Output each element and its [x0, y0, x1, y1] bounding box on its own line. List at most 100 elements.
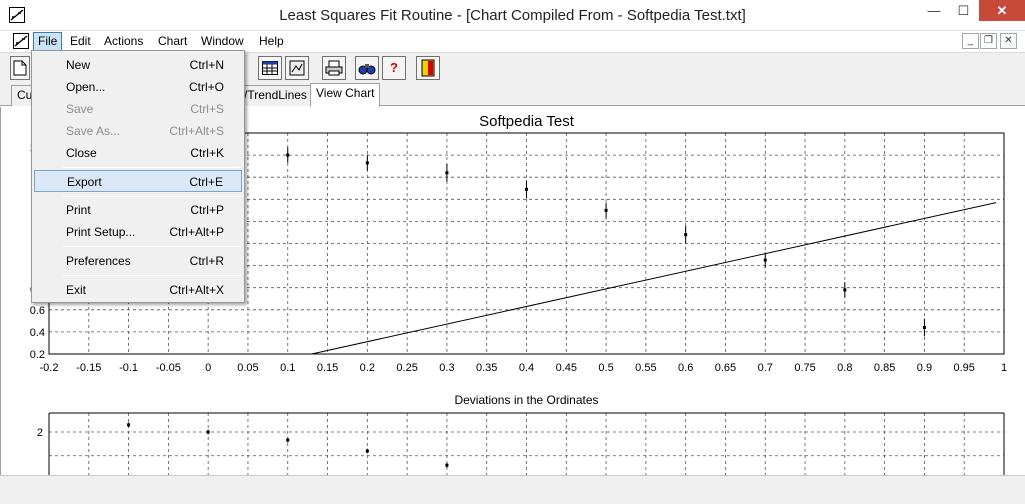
menu-item-shortcut: Ctrl+S [190, 102, 224, 116]
menu-window[interactable]: Window [197, 32, 248, 51]
fit-line [311, 202, 997, 355]
menu-item-shortcut: Ctrl+Alt+P [169, 225, 224, 239]
menu-item-shortcut: Ctrl+Alt+S [169, 124, 224, 138]
menu-item-shortcut: Ctrl+O [188, 80, 224, 94]
new-icon[interactable] [10, 56, 30, 80]
x-tick-label: 0.25 [396, 362, 417, 374]
x-tick-label: 0.15 [317, 362, 338, 374]
x-tick-label: 0.6 [678, 362, 693, 374]
x-tick-label: -0.05 [156, 362, 181, 374]
menu-item-exit[interactable]: Exit Ctrl+Alt+X [34, 279, 242, 301]
menu-item-label: Export [67, 175, 102, 189]
x-tick-label: 0.9 [917, 362, 932, 374]
x-tick-label: 0.45 [556, 362, 577, 374]
data-point [763, 258, 767, 262]
menu-item-label: Close [66, 146, 97, 160]
data-point [445, 171, 449, 175]
tab-view-chart[interactable]: View Chart [310, 83, 381, 107]
mdi-restore-button[interactable]: ❐ [980, 33, 997, 49]
x-tick-label: 0.8 [837, 362, 852, 374]
x-tick-label: 0.7 [758, 362, 773, 374]
x-tick-label: 0.2 [360, 362, 375, 374]
menu-item-save[interactable]: Save Ctrl+S [34, 98, 242, 120]
y-tick-label: 0.6 [30, 305, 45, 317]
chart-title: Softpedia Test [479, 113, 575, 130]
menu-item-save-as[interactable]: Save As... Ctrl+Alt+S [34, 120, 242, 142]
data-point [286, 153, 290, 157]
menu-item-label: Save As... [66, 124, 121, 138]
title-bar: Least Squares Fit Routine - [Chart Compi… [0, 0, 1025, 31]
menu-item-preferences[interactable]: Preferences Ctrl+R [34, 250, 242, 272]
x-tick-label: -0.15 [76, 362, 101, 374]
x-tick-label: 0.5 [598, 362, 613, 374]
tab-trendlines[interactable]: /TrendLines [238, 85, 313, 106]
help-icon[interactable]: ? [382, 56, 406, 80]
x-tick-label: -0.2 [40, 362, 59, 374]
menu-item-shortcut: Ctrl+Alt+X [169, 283, 224, 297]
deviations-title: Deviations in the Ordinates [454, 393, 598, 407]
x-tick-label: 0.3 [439, 362, 454, 374]
x-tick-label: 0.1 [280, 362, 295, 374]
data-point [922, 325, 926, 329]
y-tick-label: 0.2 [30, 349, 45, 361]
menu-item-print[interactable]: Print Ctrl+P [34, 199, 242, 221]
picture-icon[interactable] [285, 56, 309, 80]
x-tick-label: 0.75 [794, 362, 815, 374]
data-point [286, 438, 290, 442]
x-tick-label: 0.4 [519, 362, 534, 374]
menu-separator [63, 196, 241, 197]
menu-item-close[interactable]: Close Ctrl+K [34, 142, 242, 164]
menu-item-new[interactable]: New Ctrl+N [34, 54, 242, 76]
data-point [365, 161, 369, 165]
x-tick-label: 0 [205, 362, 211, 374]
menu-item-print-setup[interactable]: Print Setup... Ctrl+Alt+P [34, 221, 242, 243]
menu-item-label: New [66, 58, 91, 72]
x-tick-label: 0.05 [237, 362, 258, 374]
menu-item-export[interactable]: Export Ctrl+E [34, 170, 242, 192]
data-point [843, 288, 847, 292]
data-point [684, 233, 688, 237]
data-point [445, 463, 449, 467]
menu-item-label: Preferences [66, 254, 131, 268]
menu-edit[interactable]: Edit [66, 32, 95, 51]
x-tick-label: 0.95 [953, 362, 974, 374]
data-point [525, 187, 528, 191]
table-icon[interactable] [258, 56, 282, 80]
menu-item-shortcut: Ctrl+K [190, 146, 224, 160]
menu-item-label: Open... [66, 80, 106, 94]
maximize-button[interactable]: ☐ [950, 0, 977, 21]
mdi-close-button[interactable]: ✕ [1000, 33, 1017, 49]
y-tick-label: 0.4 [30, 327, 45, 339]
mdi-minimize-button[interactable]: _ [962, 33, 979, 49]
menu-separator [63, 275, 241, 276]
binoculars-icon[interactable] [355, 56, 379, 80]
menu-item-label: Exit [66, 283, 87, 297]
close-button[interactable]: ✕ [979, 0, 1025, 21]
menu-item-label: Save [66, 102, 94, 116]
x-tick-label: -0.1 [119, 362, 138, 374]
menu-chart[interactable]: Chart [154, 32, 191, 51]
y-tick-label: 2 [37, 427, 43, 439]
data-point [206, 430, 210, 434]
data-point [365, 449, 369, 453]
menu-separator [63, 167, 241, 168]
menu-item-label: Print [66, 203, 91, 217]
file-menu-dropdown: New Ctrl+N Open... Ctrl+O Save Ctrl+S Sa… [31, 50, 245, 303]
menu-item-shortcut: Ctrl+P [190, 203, 224, 217]
menu-actions[interactable]: Actions [100, 32, 147, 51]
menu-item-label: Print Setup... [66, 225, 136, 239]
print-icon[interactable] [322, 56, 346, 80]
menu-separator [63, 246, 241, 247]
data-point [604, 208, 608, 212]
menu-item-shortcut: Ctrl+N [189, 58, 224, 72]
x-tick-label: 0.85 [874, 362, 895, 374]
menu-item-shortcut: Ctrl+E [189, 175, 223, 189]
data-point [127, 423, 131, 427]
exit-icon[interactable] [416, 56, 440, 80]
minimize-button[interactable]: — [920, 0, 948, 21]
menu-item-open[interactable]: Open... Ctrl+O [34, 76, 242, 98]
menu-file[interactable]: File [33, 32, 63, 51]
document-chart-icon[interactable] [13, 33, 29, 49]
x-tick-label: 0.35 [476, 362, 497, 374]
menu-help[interactable]: Help [255, 32, 288, 51]
